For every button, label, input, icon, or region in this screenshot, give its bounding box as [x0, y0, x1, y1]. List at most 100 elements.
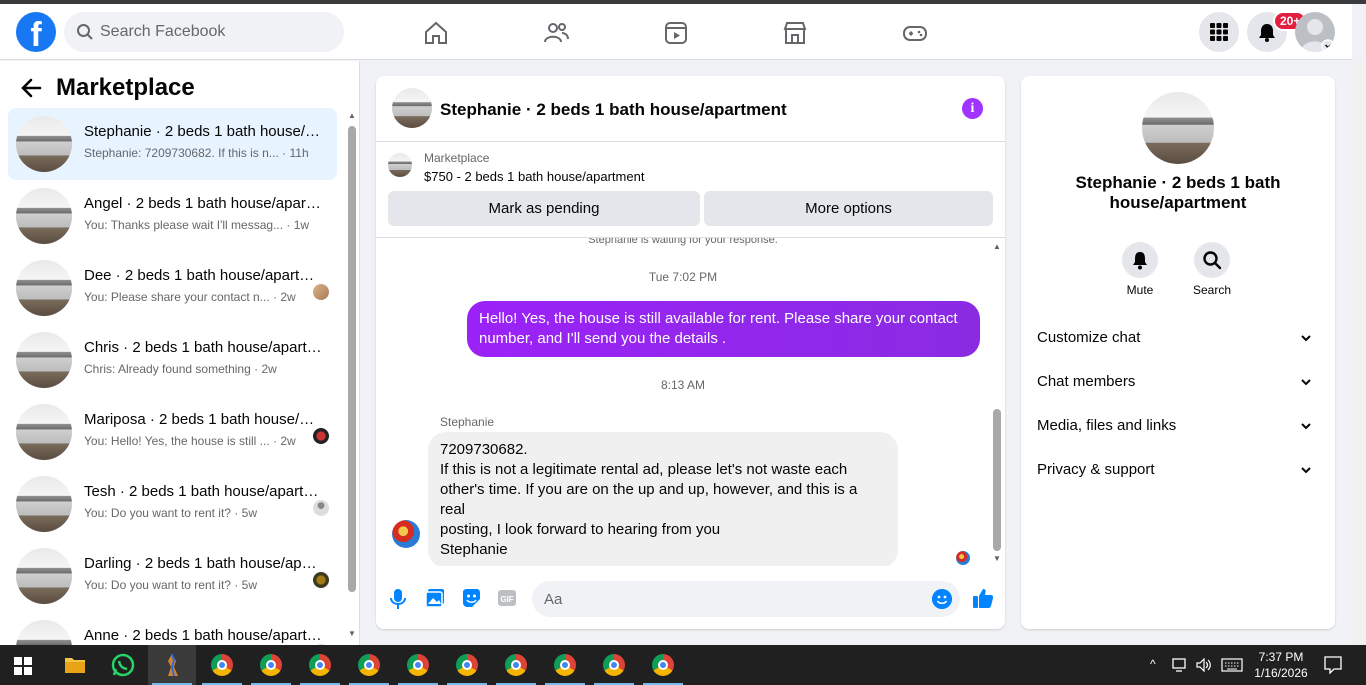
chrome-icon	[211, 654, 233, 676]
friends-icon[interactable]	[543, 20, 569, 46]
scroll-up-arrow-icon[interactable]: ▲	[993, 242, 1001, 251]
message-thread: Stephanie is waiting for your response. …	[376, 238, 1005, 566]
scrollbar-thumb[interactable]	[993, 409, 1001, 551]
chrome-taskbar-button[interactable]	[443, 645, 491, 685]
customize-chat-section[interactable]: Customize chat	[1037, 329, 1319, 353]
watch-icon[interactable]	[663, 20, 689, 46]
preview-time: 2w	[280, 434, 296, 448]
conversation-preview: You: Thanks please wait I'll messag... ·…	[84, 218, 322, 232]
whatsapp-taskbar-button[interactable]	[99, 645, 147, 685]
conversation-item[interactable]: Darling · 2 beds 1 bath house/apartment Y…	[8, 540, 337, 612]
conversation-item[interactable]: Tesh · 2 beds 1 bath house/apartment You:…	[8, 468, 337, 540]
banner-label: Marketplace	[424, 151, 490, 165]
chevron-down-icon	[1301, 467, 1311, 474]
details-name[interactable]: Stephanie · 2 beds 1 bath house/apartmen…	[1041, 173, 1315, 213]
read-receipt-avatar	[313, 284, 329, 300]
system-clock[interactable]: 7:37 PM 1/16/2026	[1249, 649, 1313, 681]
scroll-down-arrow-icon[interactable]: ▼	[348, 629, 356, 638]
show-hidden-icons-icon[interactable]: ^	[1150, 657, 1156, 671]
chrome-icon	[456, 654, 478, 676]
conversation-item[interactable]: Angel · 2 beds 1 bath house/apartment You…	[8, 180, 337, 252]
info-icon[interactable]: i	[962, 98, 983, 119]
conversation-thumbnail	[16, 476, 72, 532]
scroll-down-arrow-icon[interactable]: ▼	[993, 554, 1001, 563]
microphone-icon[interactable]	[390, 588, 406, 610]
sticker-icon[interactable]	[461, 588, 481, 608]
media-files-links-section[interactable]: Media, files and links	[1037, 417, 1319, 441]
chrome-taskbar-button[interactable]	[296, 645, 344, 685]
listing-thumbnail[interactable]	[388, 153, 412, 177]
chat-members-section[interactable]: Chat members	[1037, 373, 1319, 397]
file-explorer-taskbar-button[interactable]	[51, 645, 99, 685]
preview-time: 5w	[241, 506, 257, 520]
chrome-icon	[603, 654, 625, 676]
sender-avatar[interactable]	[392, 520, 420, 548]
chrome-icon	[260, 654, 282, 676]
chrome-icon	[407, 654, 429, 676]
volume-icon[interactable]	[1196, 658, 1212, 672]
separator: ·	[269, 434, 281, 448]
message-line: 7209730682.	[440, 441, 528, 458]
conversation-item[interactable]: Anne · 2 beds 1 bath house/apartment	[8, 612, 337, 645]
menu-button[interactable]	[1199, 12, 1239, 52]
privacy-support-section[interactable]: Privacy & support	[1037, 461, 1319, 485]
conversation-name: Mariposa · 2 beds 1 bath house/apartment	[84, 411, 322, 428]
chrome-taskbar-button[interactable]	[394, 645, 442, 685]
chat-listing-thumbnail[interactable]	[392, 88, 432, 128]
conversation-details-panel: Stephanie · 2 beds 1 bath house/apartmen…	[1021, 76, 1335, 629]
preview-time: 11h	[289, 146, 309, 160]
emoji-icon[interactable]	[932, 589, 952, 609]
conversation-preview: Stephanie: 7209730682. If this is n... ·…	[84, 146, 322, 160]
marketplace-icon[interactable]	[782, 20, 808, 46]
chrome-taskbar-button[interactable]	[198, 645, 246, 685]
profile-picture[interactable]	[1142, 92, 1214, 164]
photo-icon[interactable]	[425, 588, 445, 608]
keyboard-icon[interactable]	[1221, 658, 1243, 672]
chrome-taskbar-button[interactable]	[247, 645, 295, 685]
chrome-taskbar-button[interactable]	[639, 645, 687, 685]
facebook-logo[interactable]: f	[16, 12, 56, 52]
active-app-taskbar-button[interactable]	[148, 645, 196, 685]
gif-icon[interactable]: GIF	[497, 588, 517, 608]
chat-title[interactable]: Stephanie · 2 beds 1 bath house/apartmen…	[440, 100, 787, 120]
message-thread-scrollbar[interactable]: ▲ ▼	[990, 238, 1004, 566]
back-arrow-icon[interactable]	[20, 77, 42, 99]
more-options-button[interactable]: More options	[704, 191, 993, 226]
listing-title[interactable]: $750 - 2 beds 1 bath house/apartment	[424, 169, 644, 184]
thumbs-up-icon[interactable]	[972, 587, 994, 609]
search-input[interactable]: Search Facebook	[64, 12, 344, 52]
conversation-name: Chris · 2 beds 1 bath house/apartment	[84, 339, 322, 356]
conversation-item[interactable]: Chris · 2 beds 1 bath house/apartment Chr…	[8, 324, 337, 396]
chevron-down-icon	[1301, 423, 1311, 430]
scroll-up-arrow-icon[interactable]: ▲	[348, 111, 356, 120]
conversation-item[interactable]: Dee · 2 beds 1 bath house/apartment You: …	[8, 252, 337, 324]
scrollbar-thumb[interactable]	[348, 126, 356, 592]
incoming-message[interactable]: 7209730682. If this is not a legitimate …	[428, 432, 898, 566]
separator: ·	[269, 290, 281, 304]
conversation-item[interactable]: Stephanie · 2 beds 1 bath house/apartmen…	[8, 108, 337, 180]
outgoing-message[interactable]: Hello! Yes, the house is still available…	[467, 301, 980, 357]
message-input[interactable]: Aa	[532, 581, 960, 617]
gaming-icon[interactable]	[902, 20, 928, 46]
preview-text: You: Hello! Yes, the house is still ...	[84, 434, 270, 448]
search-icon	[1203, 251, 1222, 270]
mute-button[interactable]: Mute	[1110, 242, 1170, 297]
windows-start-icon[interactable]	[14, 657, 32, 675]
search-in-conversation-button[interactable]: Search	[1182, 242, 1242, 297]
network-icon[interactable]	[1172, 658, 1188, 672]
account-avatar[interactable]	[1295, 12, 1335, 52]
conversation-preview: You: Do you want to rent it? · 5w	[84, 578, 322, 592]
conversation-item[interactable]: Mariposa · 2 beds 1 bath house/apartment…	[8, 396, 337, 468]
timestamp: 8:13 AM	[660, 378, 706, 392]
chrome-taskbar-button[interactable]	[590, 645, 638, 685]
chat-window: Stephanie · 2 beds 1 bath house/apartmen…	[376, 76, 1005, 629]
chrome-taskbar-button[interactable]	[345, 645, 393, 685]
home-icon[interactable]	[423, 20, 449, 46]
message-composer: GIF Aa	[376, 576, 1005, 622]
chrome-taskbar-button[interactable]	[541, 645, 589, 685]
conversation-list-scrollbar[interactable]: ▲ ▼	[346, 111, 356, 641]
mark-as-pending-button[interactable]: Mark as pending	[388, 191, 700, 226]
page-scrollbar[interactable]	[1352, 60, 1366, 645]
notification-center-icon[interactable]	[1324, 656, 1342, 674]
chrome-taskbar-button[interactable]	[492, 645, 540, 685]
